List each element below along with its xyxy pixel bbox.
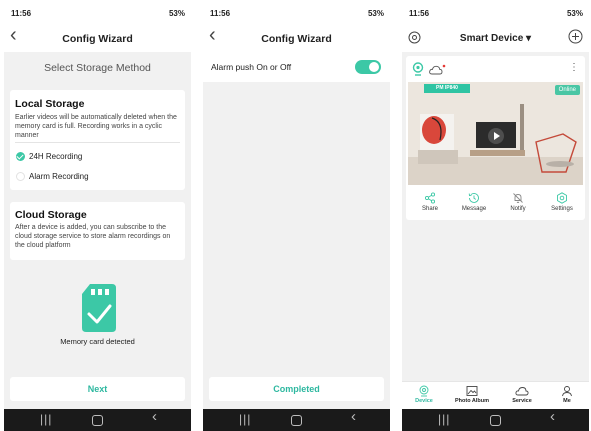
status-time: 11:56 (210, 9, 231, 18)
message-clock-icon (468, 193, 479, 203)
tab-label: Photo Album (454, 398, 489, 404)
bottom-tab-bar: Device Photo Album Service Me (402, 381, 589, 409)
more-options-icon[interactable]: ⋮ (569, 62, 579, 73)
cloud-storage-icon[interactable] (429, 63, 447, 81)
cloud-storage-title: Cloud Storage (15, 209, 87, 221)
online-status-badge: Online (554, 85, 580, 95)
back-icon[interactable]: ‹ (152, 409, 157, 424)
next-button[interactable]: Next (10, 377, 185, 401)
recent-apps-icon[interactable]: ||| (239, 413, 251, 425)
message-label: Message (461, 206, 487, 212)
option-label: Alarm Recording (29, 172, 89, 181)
device-actions: Share Message Notify Settings (406, 192, 585, 220)
camera-preview[interactable]: PM IP840 Online (408, 82, 583, 185)
phone-smart-device: 11:56 53% Smart Device ▾ ⋮ PM IP840 Onli… (402, 4, 589, 431)
photo-album-icon (466, 386, 478, 396)
living-room-snapshot (408, 82, 583, 185)
section-heading: Select Storage Method (44, 62, 151, 74)
alarm-push-row: Alarm push On or Off (203, 52, 390, 82)
local-storage-card: Local Storage Earlier videos will be aut… (10, 90, 185, 190)
status-battery: 53% (367, 9, 384, 18)
cloud-storage-desc: After a device is added, you can subscri… (15, 224, 171, 249)
radio-checked-icon (16, 152, 25, 162)
user-icon (562, 386, 572, 397)
tab-service[interactable]: Service (500, 385, 544, 404)
completed-button[interactable]: Completed (209, 377, 384, 401)
settings-label: Settings (551, 206, 573, 212)
alarm-push-toggle[interactable] (355, 60, 381, 74)
home-icon[interactable] (490, 415, 501, 426)
notify-action[interactable]: Notify (498, 192, 538, 212)
status-bar: 11:56 53% (203, 4, 390, 22)
page-title: Config Wizard (62, 33, 133, 45)
option-label: 24H Recording (29, 152, 83, 161)
tab-label: Device (415, 398, 433, 404)
nav-bar: ‹ Config Wizard (4, 22, 191, 52)
local-storage-desc: Earlier videos will be automatically del… (15, 114, 177, 139)
device-card: ⋮ PM IP840 Online Share Message Notify S… (406, 56, 585, 220)
radio-unchecked-icon (16, 172, 25, 182)
phone-config-storage: 11:56 53% ‹ Config Wizard Select Storage… (4, 4, 191, 431)
home-icon[interactable] (92, 415, 103, 426)
screenshot-collage: 11:56 53% ‹ Config Wizard Select Storage… (0, 0, 591, 431)
tab-label: Service (512, 398, 532, 404)
tab-device[interactable]: Device (402, 385, 446, 404)
phone-config-alarm: 11:56 53% ‹ Config Wizard Alarm push On … (203, 4, 390, 431)
back-icon[interactable]: ‹ (550, 409, 555, 424)
home-icon[interactable] (291, 415, 302, 426)
status-battery: 53% (168, 9, 185, 18)
camera-icon (412, 62, 424, 81)
add-device-icon[interactable] (568, 29, 583, 49)
alarm-push-label: Alarm push On or Off (211, 62, 292, 72)
status-bar: 11:56 53% (4, 4, 191, 22)
system-nav-bar: ||| ‹ (203, 409, 390, 431)
recent-apps-icon[interactable]: ||| (40, 413, 52, 425)
tab-label: Me (563, 398, 571, 404)
back-icon[interactable]: ‹ (351, 409, 356, 424)
device-card-header: ⋮ (412, 62, 579, 78)
status-time: 11:56 (11, 9, 32, 18)
status-bar: 11:56 53% (402, 4, 589, 22)
sd-card-icon (80, 284, 120, 332)
share-label: Share (421, 206, 438, 212)
cloud-storage-card[interactable]: Cloud Storage After a device is added, y… (10, 202, 185, 260)
local-storage-title: Local Storage (15, 98, 85, 110)
nav-bar: ‹ Config Wizard (203, 22, 390, 52)
tab-me[interactable]: Me (545, 385, 589, 404)
nav-bar: Smart Device ▾ (402, 22, 589, 52)
status-time: 11:56 (409, 9, 430, 18)
message-action[interactable]: Message (454, 192, 494, 212)
notify-label: Notify (510, 206, 526, 212)
divider (15, 142, 180, 143)
tab-photo-album[interactable]: Photo Album (450, 385, 494, 404)
device-list-title[interactable]: Smart Device ▾ (402, 33, 589, 44)
status-battery: 53% (566, 9, 583, 18)
notify-off-icon (513, 193, 523, 203)
page-title: Config Wizard (261, 33, 332, 45)
recent-apps-icon[interactable]: ||| (438, 413, 450, 425)
settings-icon (557, 192, 567, 204)
option-24h-recording[interactable]: 24H Recording (16, 152, 83, 162)
device-icon (419, 385, 429, 397)
share-action[interactable]: Share (410, 192, 450, 212)
share-icon (424, 192, 436, 204)
service-cloud-icon (515, 387, 529, 396)
settings-action[interactable]: Settings (542, 192, 582, 212)
system-nav-bar: ||| ‹ (402, 409, 589, 431)
device-model-badge: PM IP840 (424, 84, 470, 93)
option-alarm-recording[interactable]: Alarm Recording (16, 172, 89, 182)
system-nav-bar: ||| ‹ (4, 409, 191, 431)
sd-status-text: Memory card detected (60, 337, 135, 346)
